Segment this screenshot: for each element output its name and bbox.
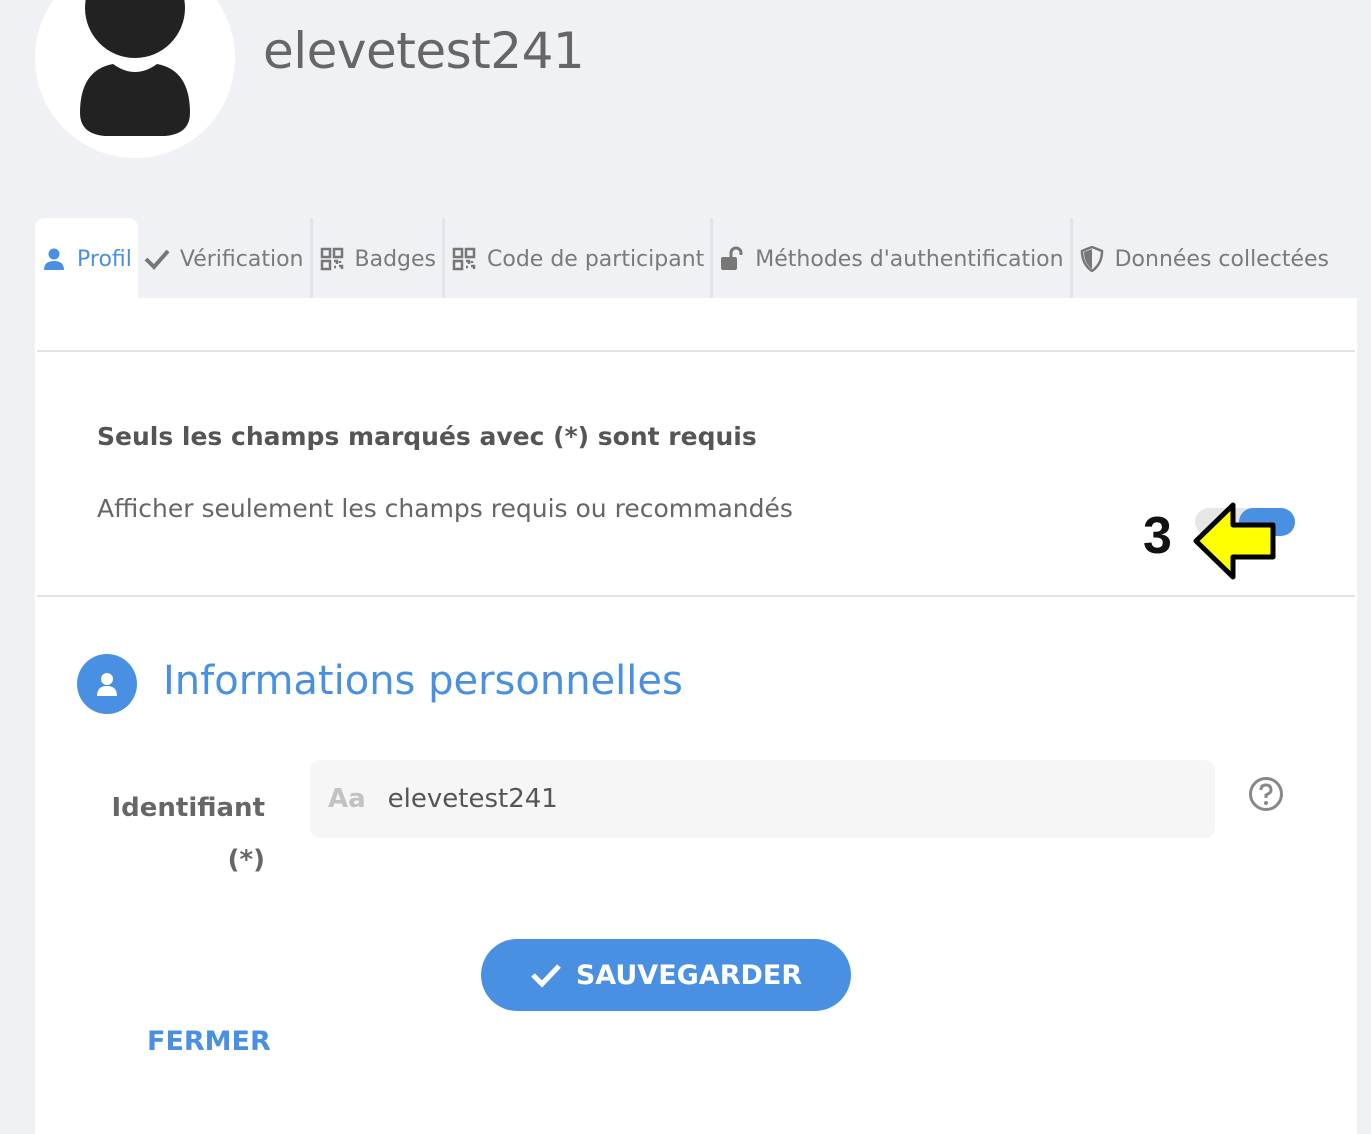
field-label-text: Identifiant xyxy=(111,793,265,823)
tab-label: Méthodes d'authentification xyxy=(755,246,1064,272)
shield-icon xyxy=(1079,246,1105,272)
divider xyxy=(37,350,1355,352)
check-icon xyxy=(531,964,561,988)
identifiant-value: elevetest241 xyxy=(387,784,558,814)
section-title: Informations personnelles xyxy=(163,658,683,704)
tab-label: Badges xyxy=(354,246,437,272)
save-button-label: SAUVEGARDER xyxy=(575,959,803,991)
save-button[interactable]: SAUVEGARDER xyxy=(481,939,851,1011)
tab-code-participant[interactable]: Code de participant xyxy=(445,218,714,300)
divider xyxy=(37,595,1355,597)
tab-verification[interactable]: Vérification xyxy=(138,218,313,300)
required-fields-note: Seuls les champs marqués avec (*) sont r… xyxy=(97,422,757,451)
user-silhouette-icon xyxy=(80,0,190,136)
identifiant-label: Identifiant (*) xyxy=(105,782,265,886)
tab-label: Données collectées xyxy=(1114,246,1329,272)
tab-label: Code de participant xyxy=(487,246,705,272)
profile-tabs: Profil Vérification Badges Code de parti… xyxy=(35,218,1371,300)
tab-badges[interactable]: Badges xyxy=(313,218,446,300)
user-icon xyxy=(77,654,137,714)
qr-code-icon xyxy=(451,246,477,272)
check-icon xyxy=(144,246,170,272)
tab-profil[interactable]: Profil xyxy=(35,218,138,300)
tab-methodes-authentification[interactable]: Méthodes d'authentification xyxy=(713,218,1073,300)
annotation-number: 3 xyxy=(1143,507,1172,565)
help-icon[interactable] xyxy=(1248,776,1284,812)
arrow-left-icon xyxy=(1193,502,1276,580)
user-icon xyxy=(41,246,67,272)
tab-label: Profil xyxy=(77,246,132,272)
profile-panel: Seuls les champs marqués avec (*) sont r… xyxy=(35,298,1357,1134)
tab-donnees-collectees[interactable]: Données collectées xyxy=(1073,218,1335,300)
tab-label: Vérification xyxy=(179,246,304,272)
close-button[interactable]: FERMER xyxy=(147,1026,271,1057)
unlock-icon xyxy=(719,246,745,272)
text-type-icon: Aa xyxy=(328,784,366,814)
avatar xyxy=(35,0,235,158)
identifiant-field[interactable]: Aa elevetest241 xyxy=(310,760,1215,838)
username-heading: elevetest241 xyxy=(263,22,585,80)
required-marker: (*) xyxy=(227,845,265,875)
qr-code-icon xyxy=(319,246,345,272)
filter-required-label: Afficher seulement les champs requis ou … xyxy=(97,494,793,523)
